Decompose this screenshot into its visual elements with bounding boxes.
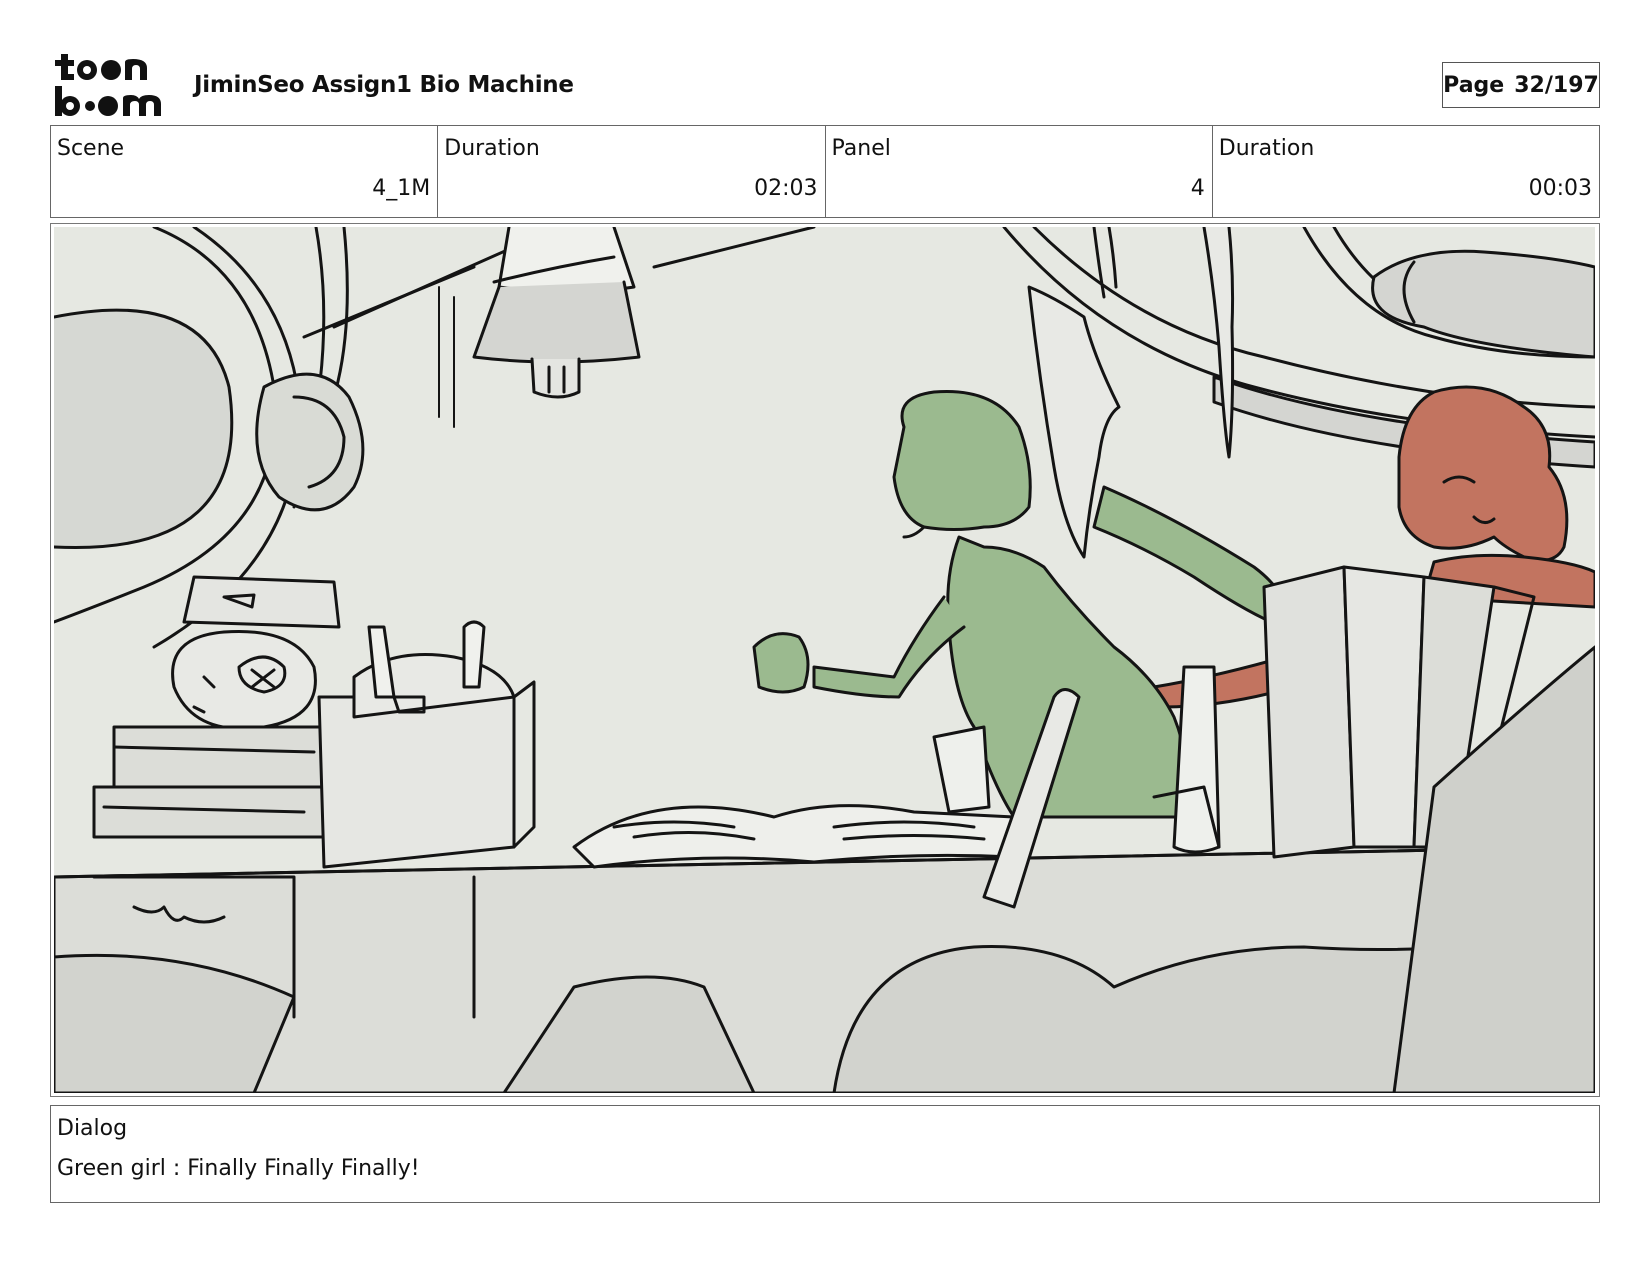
- page-number: 32/197: [1514, 72, 1599, 98]
- toon-boom-logo: [55, 54, 161, 116]
- panel-duration-cell: Duration 00:03: [1213, 126, 1599, 217]
- panel-label: Panel: [831, 136, 891, 161]
- scene-cell: Scene 4_1M: [51, 126, 439, 217]
- panel-info-table: Scene 4_1M Duration 02:03 Panel 4 Durati…: [50, 125, 1600, 218]
- dialog-box: Dialog Green girl : Finally Finally Fina…: [50, 1105, 1600, 1203]
- scene-value: 4_1M: [372, 176, 431, 201]
- panel-drawing: [54, 227, 1595, 1093]
- scene-duration-cell: Duration 02:03: [438, 126, 826, 217]
- page-indicator: Page 32/197: [1442, 62, 1600, 108]
- dialog-label: Dialog: [57, 1116, 128, 1141]
- panel-duration-value: 00:03: [1528, 176, 1592, 201]
- panel-duration-label: Duration: [1218, 136, 1315, 161]
- scene-duration-value: 02:03: [754, 176, 818, 201]
- project-title: JiminSeo Assign1 Bio Machine: [194, 72, 574, 98]
- panel-value: 4: [1190, 176, 1205, 201]
- storyboard-panel: [50, 223, 1600, 1097]
- dialog-text: Green girl : Finally Finally Finally!: [57, 1156, 420, 1181]
- page-label: Page: [1443, 72, 1505, 98]
- scene-label: Scene: [57, 136, 125, 161]
- scene-duration-label: Duration: [444, 136, 540, 161]
- panel-cell: Panel 4: [826, 126, 1213, 217]
